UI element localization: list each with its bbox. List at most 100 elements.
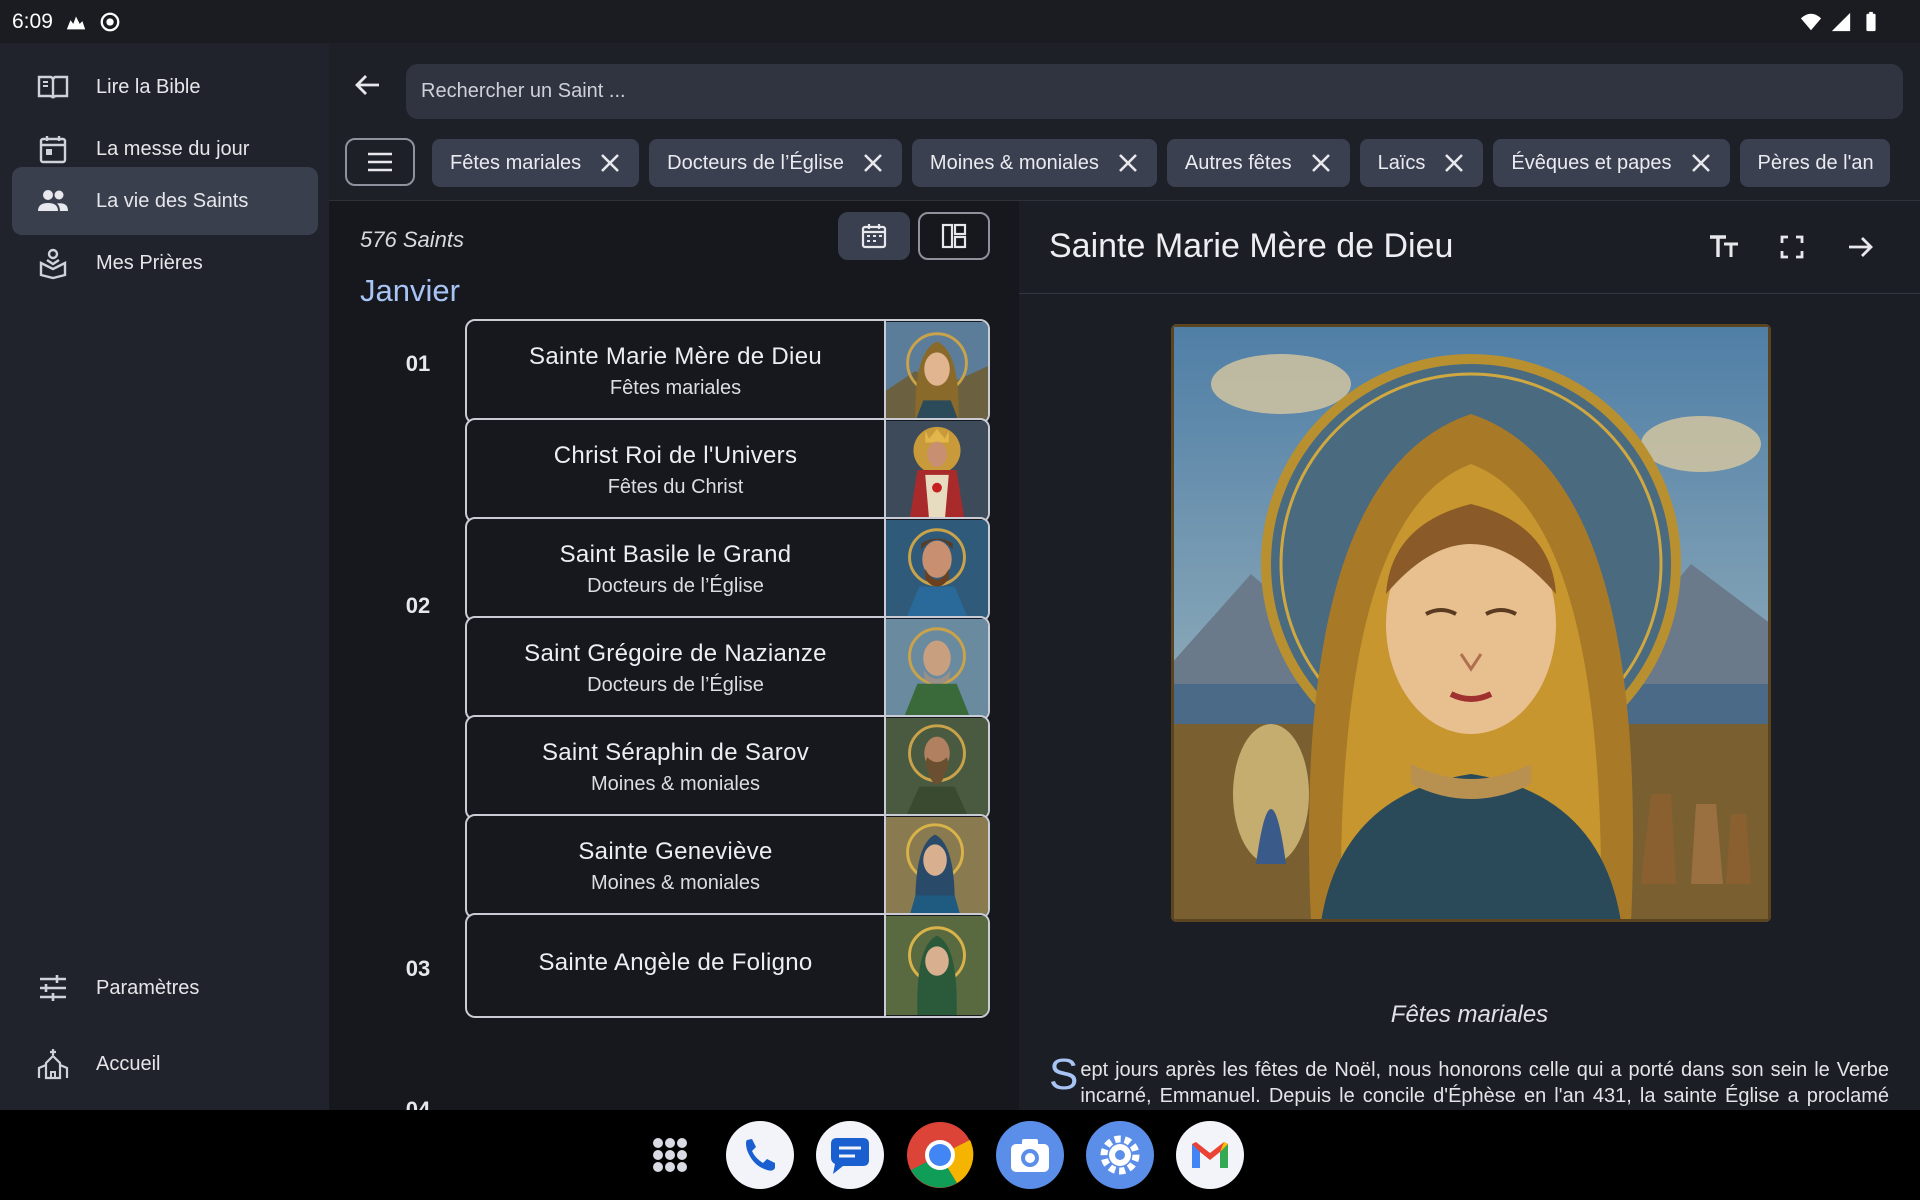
detail-title: Sainte Marie Mère de Dieu xyxy=(1049,227,1454,265)
close-icon[interactable] xyxy=(1688,150,1714,176)
saint-card[interactable]: Saint Séraphin de Sarov Moines & moniales xyxy=(465,715,990,820)
taskbar xyxy=(0,1110,1920,1200)
close-icon[interactable] xyxy=(1308,150,1334,176)
main-content: Fêtes mariales Docteurs de l’Église Moin… xyxy=(329,43,1920,1110)
chip-label: Docteurs de l’Église xyxy=(667,151,844,174)
text-size-button[interactable] xyxy=(1702,225,1746,269)
messages-app[interactable] xyxy=(815,1120,885,1190)
prayer-icon xyxy=(39,248,67,280)
saint-card[interactable]: Saint Basile le Grand Docteurs de l’Églis… xyxy=(465,517,990,622)
nav-item-prayers[interactable]: Mes Prières xyxy=(12,229,318,297)
saint-category: Fêtes du Christ xyxy=(607,476,744,498)
wifi-icon xyxy=(1800,13,1822,30)
nav-item-label: Mes Prières xyxy=(96,251,203,274)
saint-thumbnail xyxy=(884,519,988,620)
search-input[interactable] xyxy=(406,64,1903,119)
nav-item-home[interactable]: Accueil xyxy=(12,1030,318,1098)
saint-card[interactable]: Sainte Geneviève Moines & moniales xyxy=(465,814,990,919)
saints-list-pane: 576 Saints Janvier 01 02 03 04 Sainte Ma… xyxy=(329,201,1019,1110)
sliders-icon xyxy=(40,975,66,1001)
day-number: 01 xyxy=(405,351,431,376)
signal-icon xyxy=(1831,12,1851,31)
chip-label: Autres fêtes xyxy=(1184,151,1292,174)
filter-chip[interactable]: Docteurs de l’Église xyxy=(649,139,902,187)
view-toggle xyxy=(838,212,990,260)
app-drawer-button[interactable] xyxy=(635,1120,705,1190)
nav-item-settings[interactable]: Paramètres xyxy=(12,954,318,1022)
saint-name: Sainte Geneviève xyxy=(578,838,773,865)
status-bar: 6:09 xyxy=(0,0,1920,43)
filter-chip[interactable]: Moines & moniales xyxy=(911,139,1157,187)
filter-bar: Fêtes mariales Docteurs de l’Église Moin… xyxy=(329,127,1920,201)
close-icon[interactable] xyxy=(1115,150,1141,176)
dashboard-icon xyxy=(941,223,967,249)
saint-card[interactable]: Saint Grégoire de Nazianze Docteurs de l’… xyxy=(465,616,990,721)
chip-label: Pères de l'an xyxy=(1757,151,1874,174)
filter-chip[interactable]: Pères de l'an xyxy=(1739,139,1890,187)
calendar-icon xyxy=(39,136,67,164)
filter-chip[interactable]: Évêques et papes xyxy=(1493,139,1730,187)
day-number: 03 xyxy=(405,956,431,981)
chrome-app[interactable] xyxy=(905,1120,975,1190)
saint-name: Sainte Angèle de Foligno xyxy=(538,948,813,976)
saint-card[interactable]: Sainte Angèle de Foligno xyxy=(465,913,990,1018)
battery-icon xyxy=(1866,11,1876,31)
arrow-forward-icon xyxy=(1849,237,1873,257)
phone-app[interactable] xyxy=(725,1120,795,1190)
gmail-app[interactable] xyxy=(1175,1120,1245,1190)
saint-thumbnail xyxy=(884,915,988,1016)
saint-card[interactable]: Sainte Marie Mère de Dieu Fêtes mariales xyxy=(465,319,990,424)
camera-icon xyxy=(996,1121,1064,1189)
messages-icon xyxy=(816,1121,884,1189)
book-open-icon xyxy=(37,75,69,99)
filter-chip[interactable]: Autres fêtes xyxy=(1166,139,1350,187)
filter-chip[interactable]: Fêtes mariales xyxy=(432,139,640,187)
status-time: 6:09 xyxy=(12,9,53,33)
saint-category: Moines & moniales xyxy=(591,773,760,795)
nav-item-label: La vie des Saints xyxy=(96,189,249,212)
fullscreen-icon xyxy=(1780,235,1804,259)
close-icon[interactable] xyxy=(1441,150,1467,176)
sync-notification-icon xyxy=(100,12,120,31)
nav-item-label: Lire la Bible xyxy=(96,75,201,98)
detail-header: Sainte Marie Mère de Dieu xyxy=(1019,201,1920,294)
day-number: 02 xyxy=(405,593,431,618)
fullscreen-button[interactable] xyxy=(1770,225,1814,269)
close-icon[interactable] xyxy=(597,150,623,176)
saint-name: Christ Roi de l'Univers xyxy=(553,442,798,469)
text-size-icon xyxy=(1710,235,1738,257)
close-icon[interactable] xyxy=(860,150,886,176)
filter-menu-button[interactable] xyxy=(345,138,415,186)
calendar-icon xyxy=(861,224,887,249)
nav-item-saints[interactable]: La vie des Saints xyxy=(12,167,318,235)
saint-detail-pane: Sainte Marie Mère de Dieu Fêtes mariales… xyxy=(1019,201,1920,1110)
day-number: 04 xyxy=(405,1097,431,1110)
back-button[interactable] xyxy=(329,43,407,127)
saint-name: Saint Grégoire de Nazianze xyxy=(524,640,827,667)
phone-icon xyxy=(726,1121,794,1189)
navigation-sidebar: Lire la Bible La messe du jour La vie de… xyxy=(0,43,329,1110)
people-icon xyxy=(38,190,68,211)
saint-category: Docteurs de l’Église xyxy=(587,575,764,597)
calendar-view-button[interactable] xyxy=(838,212,910,260)
chip-label: Moines & moniales xyxy=(929,151,1099,174)
chip-label: Laïcs xyxy=(1377,151,1426,174)
saint-thumbnail xyxy=(884,816,988,917)
nav-item-label: Paramètres xyxy=(96,976,200,999)
biography-text: ept jours après les fêtes de Noël, nous … xyxy=(1080,1059,1889,1107)
saint-thumbnail xyxy=(884,618,988,719)
portrait-caption: Fêtes mariales xyxy=(1390,1001,1549,1028)
saint-biography: Sept jours après les fêtes de Noël, nous… xyxy=(1049,1053,1889,1110)
saint-category: Moines & moniales xyxy=(591,872,760,894)
saint-category: Docteurs de l’Église xyxy=(587,674,764,696)
camera-app[interactable] xyxy=(995,1120,1065,1190)
photos-notification-icon xyxy=(66,16,86,29)
next-button[interactable] xyxy=(1838,225,1882,269)
saint-card[interactable]: Christ Roi de l'Univers Fêtes du Christ xyxy=(465,418,990,523)
gear-icon xyxy=(1086,1121,1154,1189)
nav-item-bible[interactable]: Lire la Bible xyxy=(12,53,318,121)
search-bar xyxy=(329,43,1920,127)
settings-app[interactable] xyxy=(1085,1120,1155,1190)
grid-view-button[interactable] xyxy=(918,212,990,260)
filter-chip[interactable]: Laïcs xyxy=(1359,139,1484,187)
